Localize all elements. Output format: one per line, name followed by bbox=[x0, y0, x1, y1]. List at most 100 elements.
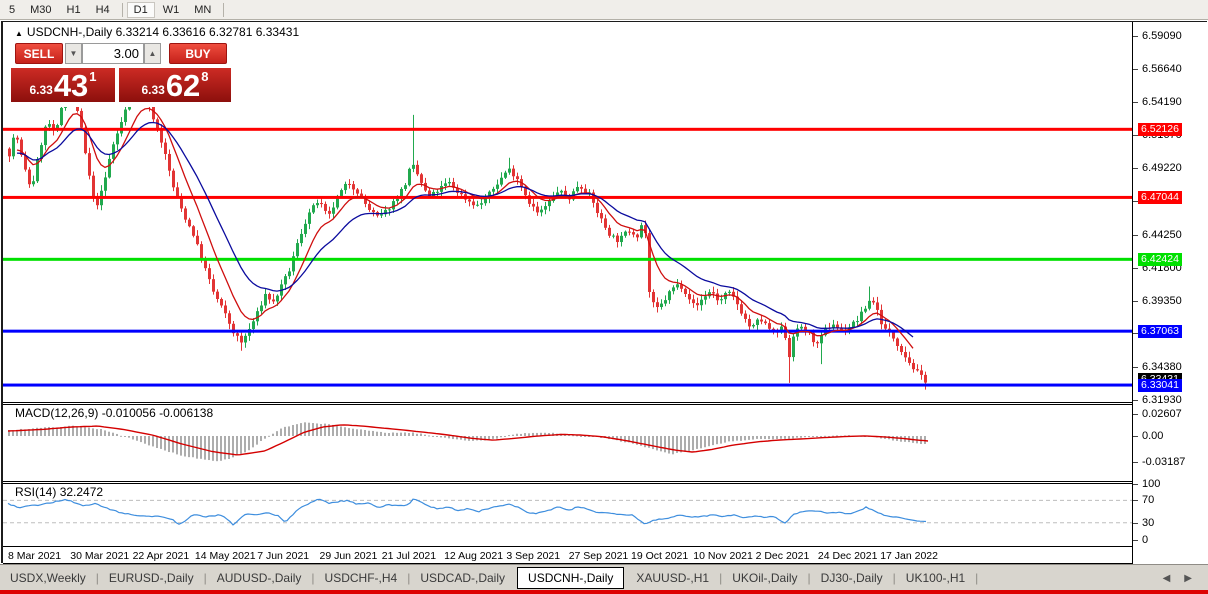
chart-ohlc-values: 6.33214 6.33616 6.32781 6.33431 bbox=[116, 25, 300, 39]
buy-price-prefix: 6.33 bbox=[141, 83, 164, 97]
chart-tab-usdcnh-daily[interactable]: USDCNH-,Daily bbox=[517, 567, 624, 589]
chart-tab-dj30-daily[interactable]: DJ30-,Daily bbox=[811, 567, 893, 589]
price-tick-label: 6.49220 bbox=[1142, 162, 1182, 174]
chart-tab-ukoil-daily[interactable]: UKOil-,Daily bbox=[722, 567, 807, 589]
date-axis-label: 22 Apr 2021 bbox=[133, 550, 190, 562]
one-click-trading-panel: SELL ▼ ▲ BUY 6.33 43 1 6.33 62 8 bbox=[9, 37, 235, 107]
price-tick-label: 6.56640 bbox=[1142, 63, 1182, 75]
chart-header: ▲USDCNH-,Daily 6.33214 6.33616 6.32781 6… bbox=[15, 25, 299, 39]
price-tick-mark bbox=[1133, 102, 1138, 103]
tab-scroll-arrows: ◀▶ bbox=[1163, 565, 1192, 591]
date-axis-label: 30 Mar 2021 bbox=[70, 550, 129, 562]
date-axis-label: 8 Mar 2021 bbox=[8, 550, 61, 562]
level-price-label[interactable]: 6.47044 bbox=[1138, 191, 1182, 204]
collapse-icon[interactable]: ▲ bbox=[15, 29, 23, 38]
toolbar-separator bbox=[122, 3, 123, 17]
buy-price-big: 62 bbox=[166, 71, 200, 101]
rsi-tick-mark bbox=[1133, 523, 1138, 524]
macd-tick-mark bbox=[1133, 462, 1138, 463]
macd-tick-mark bbox=[1133, 436, 1138, 437]
tab-separator: | bbox=[975, 571, 978, 585]
volume-decrease-button[interactable]: ▼ bbox=[65, 43, 82, 64]
sell-button[interactable]: SELL bbox=[15, 43, 63, 64]
chart-tab-usdchf-h4[interactable]: USDCHF-,H4 bbox=[315, 567, 408, 589]
chart-tab-audusd-daily[interactable]: AUDUSD-,Daily bbox=[207, 567, 312, 589]
sell-price-prefix: 6.33 bbox=[29, 83, 52, 97]
tab-scroll-left-icon[interactable]: ◀ bbox=[1163, 573, 1171, 584]
sell-price-box[interactable]: 6.33 43 1 bbox=[11, 68, 115, 102]
date-axis-label: 29 Jun 2021 bbox=[320, 550, 378, 562]
date-axis-label: 7 Jun 2021 bbox=[257, 550, 309, 562]
rsi-value: 32.2472 bbox=[60, 485, 103, 499]
panel-divider bbox=[3, 546, 1208, 547]
timeframe-toolbar: 5M30H1H4 D1W1MN bbox=[0, 0, 1208, 20]
bottom-red-strip bbox=[0, 590, 1208, 594]
macd-tick-mark bbox=[1133, 414, 1138, 415]
level-price-label[interactable]: 6.52126 bbox=[1138, 123, 1182, 136]
level-price-label[interactable]: 6.33041 bbox=[1138, 379, 1182, 392]
date-axis-label: 2 Dec 2021 bbox=[756, 550, 810, 562]
toolbar-separator bbox=[223, 3, 224, 17]
timeframe-button-mn[interactable]: MN bbox=[187, 2, 218, 18]
price-tick-label: 6.59090 bbox=[1142, 30, 1182, 42]
level-price-label[interactable]: 6.37063 bbox=[1138, 325, 1182, 338]
rsi-name: RSI(14) bbox=[15, 485, 56, 499]
rsi-tick-mark bbox=[1133, 540, 1138, 541]
buy-price-box[interactable]: 6.33 62 8 bbox=[119, 68, 231, 102]
price-tick-mark bbox=[1133, 400, 1138, 401]
volume-increase-button[interactable]: ▲ bbox=[144, 43, 161, 64]
panel-divider[interactable] bbox=[3, 402, 1208, 403]
sell-price-big: 43 bbox=[54, 71, 88, 101]
rsi-tick-mark bbox=[1133, 484, 1138, 485]
price-tick-label: 6.44250 bbox=[1142, 229, 1182, 241]
macd-tick-label: 0.00 bbox=[1142, 430, 1163, 442]
price-tick-label: 6.39350 bbox=[1142, 295, 1182, 307]
panel-divider bbox=[3, 483, 1208, 484]
price-tick-mark bbox=[1133, 367, 1138, 368]
timeframe-button-w1[interactable]: W1 bbox=[156, 2, 187, 18]
timeframe-button-5[interactable]: 5 bbox=[2, 2, 22, 18]
macd-values: -0.010056 -0.006138 bbox=[102, 406, 213, 420]
buy-button[interactable]: BUY bbox=[169, 43, 227, 64]
price-tick-mark bbox=[1133, 69, 1138, 70]
date-axis-label: 3 Sep 2021 bbox=[506, 550, 560, 562]
macd-tick-label: 0.02607 bbox=[1142, 408, 1182, 420]
tab-scroll-right-icon[interactable]: ▶ bbox=[1184, 573, 1192, 584]
date-axis-label: 21 Jul 2021 bbox=[382, 550, 436, 562]
timeframe-button-h4[interactable]: H4 bbox=[89, 2, 117, 18]
date-axis-label: 17 Jan 2022 bbox=[880, 550, 938, 562]
price-tick-mark bbox=[1133, 301, 1138, 302]
volume-input[interactable] bbox=[82, 43, 144, 64]
panel-divider bbox=[3, 404, 1208, 405]
buy-price-pip: 8 bbox=[201, 69, 208, 84]
price-axis: 6.590906.566406.541906.516706.492206.467… bbox=[1132, 22, 1208, 564]
rsi-chart[interactable] bbox=[3, 484, 1134, 546]
chart-tab-eurusd-daily[interactable]: EURUSD-,Daily bbox=[99, 567, 204, 589]
date-axis-label: 27 Sep 2021 bbox=[569, 550, 629, 562]
price-tick-mark bbox=[1133, 168, 1138, 169]
price-tick-mark bbox=[1133, 268, 1138, 269]
date-axis-label: 12 Aug 2021 bbox=[444, 550, 503, 562]
macd-label: MACD(12,26,9) -0.010056 -0.006138 bbox=[15, 406, 213, 420]
level-price-label[interactable]: 6.42424 bbox=[1138, 253, 1182, 266]
chart-tab-usdx-weekly[interactable]: USDX,Weekly bbox=[0, 567, 96, 589]
terminal-window: 5M30H1H4D1W1MN ▲USDCNH-,Daily 6.33214 6.… bbox=[0, 0, 1208, 594]
price-tick-label: 6.31930 bbox=[1142, 394, 1182, 406]
price-tick-mark bbox=[1133, 235, 1138, 236]
timeframe-button-m30[interactable]: M30 bbox=[23, 2, 58, 18]
timeframe-button-h1[interactable]: H1 bbox=[60, 2, 88, 18]
date-axis-label: 14 May 2021 bbox=[195, 550, 256, 562]
date-axis-label: 24 Dec 2021 bbox=[818, 550, 878, 562]
date-axis-label: 10 Nov 2021 bbox=[693, 550, 753, 562]
price-tick-label: 6.34380 bbox=[1142, 361, 1182, 373]
panel-divider[interactable] bbox=[3, 481, 1208, 482]
date-axis-label: 19 Oct 2021 bbox=[631, 550, 688, 562]
chart-tab-xauusd-h1[interactable]: XAUUSD-,H1 bbox=[626, 567, 719, 589]
rsi-tick-label: 100 bbox=[1142, 478, 1160, 490]
price-tick-label: 6.54190 bbox=[1142, 96, 1182, 108]
timeframe-button-d1[interactable]: D1 bbox=[127, 2, 155, 18]
rsi-tick-label: 30 bbox=[1142, 517, 1154, 529]
chart-tab-usdcad-daily[interactable]: USDCAD-,Daily bbox=[410, 567, 515, 589]
chart-tab-uk100-h1[interactable]: UK100-,H1 bbox=[896, 567, 975, 589]
sell-price-pip: 1 bbox=[89, 69, 96, 84]
